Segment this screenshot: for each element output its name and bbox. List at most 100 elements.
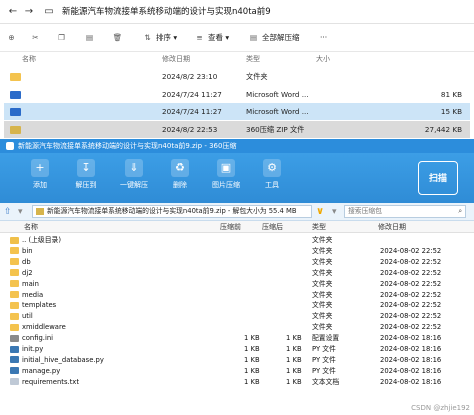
zip-path-field[interactable]: 新能源汽车物流接单系统移动端的设计与实现n40ta前9.zip - 解包大小为 … [32, 205, 312, 218]
zip-entry-date: 2024-08-02 22:52 [380, 279, 442, 288]
back-icon[interactable]: ← [6, 5, 20, 19]
zip-window: 新能源汽车物流接单系统移动端的设计与实现n40ta前9.zip - 360压缩 … [0, 139, 474, 415]
file-type: 360压缩 ZIP 文件 [246, 124, 305, 134]
zip-row[interactable]: manage.py 1 KB 1 KB PY 文件 2024-08-02 18:16 [8, 366, 474, 377]
history-dropdown-icon[interactable]: ▾ [332, 206, 337, 218]
zip-row[interactable]: util 文件夹 2024-08-02 22:52 [8, 311, 474, 322]
view-button[interactable]: ≡ 查看 ▾ [194, 31, 229, 45]
sort-button[interactable]: ⇅ 排序 ▾ [142, 31, 177, 45]
view-label: 查看 [208, 33, 223, 42]
zip-entry-type: 文件夹 [312, 290, 333, 299]
folder-icon [10, 247, 19, 255]
file-explorer: ← → ▭ 新能源汽车物流接单系统移动端的设计与实现n40ta前9 ⊕ ✂ ❐ … [0, 0, 474, 140]
zip-entry-name: config.ini [22, 334, 54, 343]
zip-entry-date: 2024-08-02 18:16 [380, 345, 442, 353]
zip-row[interactable]: bin 文件夹 2024-08-02 22:52 [8, 246, 474, 257]
header-size[interactable]: 大小 [316, 54, 330, 64]
zip-entry-date: 2024-08-02 22:52 [380, 290, 442, 299]
zip-row[interactable]: init.py 1 KB 1 KB PY 文件 2024-08-02 18:16 [8, 344, 474, 355]
zip-entry-name: main [22, 279, 39, 288]
zip-entry-name: media [22, 290, 44, 299]
zip-row[interactable]: templates 文件夹 2024-08-02 22:52 [8, 300, 474, 311]
config-file-icon [10, 334, 19, 342]
tool-icon-3: ♻ [171, 159, 189, 177]
explorer-path[interactable]: 新能源汽车物流接单系统移动端的设计与实现n40ta前9 [62, 5, 271, 19]
zip-header-packed[interactable]: 压缩后 [262, 221, 283, 233]
sort-label: 排序 [156, 33, 171, 42]
zip-entry-type: 文件夹 [312, 312, 333, 321]
zip-row[interactable]: media 文件夹 2024-08-02 22:52 [8, 290, 474, 301]
zip-entry-date: 2024-08-02 18:16 [380, 334, 442, 343]
zip-entry-type: PY 文件 [312, 366, 336, 375]
zip-row[interactable]: dj2 文件夹 2024-08-02 22:52 [8, 268, 474, 279]
zip-app-icon [6, 142, 14, 150]
copy-icon[interactable]: ❐ [56, 31, 70, 45]
zip-entry-type: 配置设置 [312, 334, 340, 343]
zip-header-type[interactable]: 类型 [312, 221, 326, 233]
zip-entry-type: 文件夹 [312, 268, 333, 277]
header-type[interactable]: 类型 [246, 54, 260, 64]
explorer-row[interactable]: django环境配置文档2024/7/24 11:27Microsoft Wor… [4, 103, 470, 120]
delete-icon[interactable]: 🗑 [112, 31, 126, 45]
zip-row[interactable]: initial_hive_database.py 1 KB 1 KB PY 文件 202… [8, 355, 474, 366]
zip-entry-name: manage.py [22, 366, 61, 375]
new-icon[interactable]: ⊕ [6, 31, 20, 45]
file-type: Microsoft Word ... [246, 107, 309, 116]
zip-row[interactable]: .. (上级目录) 文件夹 [8, 235, 474, 246]
zip-entry-type: 文本文档 [312, 377, 340, 386]
zip-header-date[interactable]: 修改日期 [378, 221, 406, 233]
tool-icon-2: ⇓ [125, 159, 143, 177]
tool-icon-1: ↧ [77, 159, 95, 177]
file-type: Microsoft Word ... [246, 89, 309, 99]
dropdown-chevron-icon[interactable]: ∨ [316, 205, 324, 218]
folder-icon [10, 323, 19, 331]
header-date[interactable]: 修改日期 [162, 54, 190, 64]
header-name[interactable]: 名称 [22, 54, 36, 64]
explorer-row[interactable]: 01 配套环境2024/8/2 23:10文件夹 [4, 68, 470, 85]
search-icon[interactable]: ⌕ [458, 206, 462, 217]
cut-icon[interactable]: ✂ [30, 31, 44, 45]
explorer-row[interactable]: biye论文文档2024/7/24 11:27Microsoft Word ..… [4, 86, 470, 103]
explorer-toolbar: ⊕ ✂ ❐ ▤ 🗑 ⇅ 排序 ▾ ≡ 查看 ▾ ▤ 全部解压缩 ··· [0, 24, 474, 52]
zip-entry-compressed: 1 KB [244, 334, 260, 343]
zip-entry-compressed: 1 KB [244, 366, 260, 375]
zip-entry-name: db [22, 257, 31, 266]
tool-button-2[interactable]: ⇓ 一键解压 [114, 159, 154, 190]
tool-button-4[interactable]: ▣ 图片压缩 [206, 159, 246, 190]
python-file-icon [10, 345, 19, 353]
tool-button-1[interactable]: ↧ 解压到 [66, 159, 106, 190]
zip-entry-compressed: 1 KB [244, 377, 260, 386]
zip-row[interactable]: main 文件夹 2024-08-02 22:52 [8, 279, 474, 290]
forward-icon[interactable]: → [22, 5, 36, 19]
extract-all-label: 全部解压缩 [262, 33, 300, 42]
zip-search-input[interactable]: 搜索压缩包 ⌕ [344, 205, 466, 218]
folder-icon [10, 258, 19, 266]
more-button[interactable]: ··· [320, 31, 327, 45]
zip-entry-date: 2024-08-02 22:52 [380, 268, 442, 277]
zip-header-name[interactable]: 名称 [24, 221, 38, 233]
zip-entry-date: 2024-08-02 22:52 [380, 312, 442, 321]
folder-icon [10, 73, 21, 81]
parent-folder-icon [10, 236, 19, 244]
explorer-row[interactable]: 新能源汽车物流接单系统移动端的设计与...2024/8/2 22:53360压缩… [4, 120, 470, 138]
extract-all-button[interactable]: ▤ 全部解压缩 [248, 31, 300, 45]
python-file-icon [10, 367, 19, 375]
tool-label: 图片压缩 [212, 181, 240, 189]
tool-button-5[interactable]: ⚙ 工具 [252, 159, 292, 190]
zip-header-compressed[interactable]: 压缩前 [220, 221, 241, 233]
tool-icon-5: ⚙ [263, 159, 281, 177]
zip-row[interactable]: xmiddleware 文件夹 2024-08-02 22:52 [8, 322, 474, 333]
paste-icon[interactable]: ▤ [84, 31, 98, 45]
zip-entry-name: xmiddleware [22, 323, 66, 332]
tool-button-0[interactable]: + 添加 [20, 159, 60, 190]
tool-button-3[interactable]: ♻ 删除 [160, 159, 200, 190]
word-doc-icon [10, 108, 21, 116]
zip-row[interactable]: config.ini 1 KB 1 KB 配置设置 2024-08-02 18:16 [8, 333, 474, 344]
scan-button[interactable]: 扫描 [418, 161, 458, 195]
zip-row[interactable]: requirements.txt 1 KB 1 KB 文本文档 2024-08-02 1… [8, 377, 474, 388]
tool-label: 工具 [265, 181, 279, 189]
dropdown-arrow-icon[interactable]: ▾ [18, 206, 23, 218]
up-arrow-icon[interactable]: ⇧ [4, 206, 12, 218]
zip-row[interactable]: db 文件夹 2024-08-02 22:52 [8, 257, 474, 268]
zip-entry-type: 文件夹 [312, 257, 333, 266]
